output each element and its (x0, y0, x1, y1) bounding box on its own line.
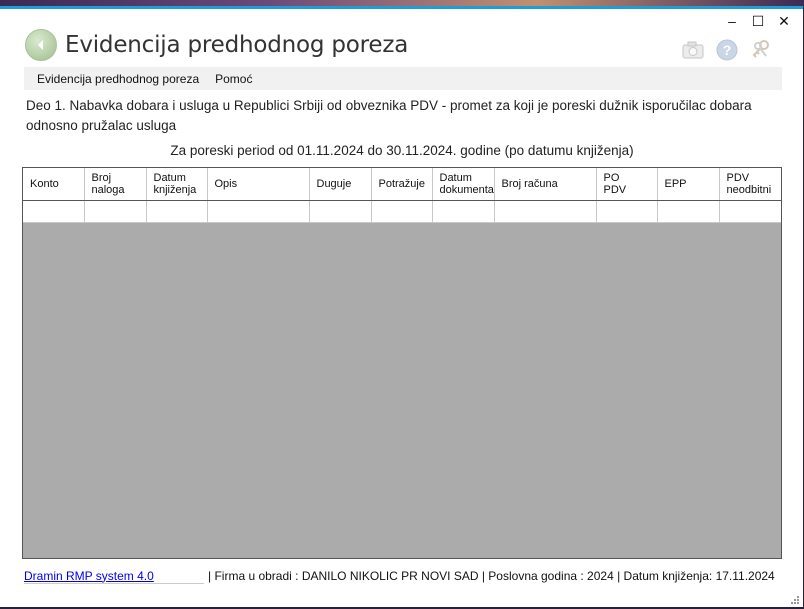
period-label: Za poreski period od 01.11.2024 do 30.11… (170, 143, 634, 158)
status-bar: Dramin RMP system 4.0 | Firma u obradi :… (24, 567, 782, 585)
toolbar-icons: ? (681, 38, 773, 62)
data-grid[interactable]: Konto Broj naloga Datum knjiženja Opis Dug… (22, 167, 782, 559)
menu-evidencija[interactable]: Evidencija predhodnog poreza (24, 72, 209, 86)
camera-icon[interactable] (681, 38, 705, 62)
menu-pomoc[interactable]: Pomoć (209, 72, 262, 86)
table-cell[interactable] (596, 200, 658, 223)
col-pdv-neodbitni[interactable]: PDV neodbitni (719, 168, 781, 201)
app-window: – ☐ ✕ Evidencija predhodnog poreza ? Evi… (0, 6, 803, 607)
table-cell[interactable] (309, 200, 372, 223)
back-arrow-icon[interactable] (25, 29, 57, 61)
col-broj-racuna[interactable]: Broj računa (494, 168, 597, 201)
table-cell[interactable] (494, 200, 597, 223)
window-controls: – ☐ ✕ (719, 11, 797, 31)
menu-bar: Evidencija predhodnog poreza Pomoć (24, 67, 782, 90)
close-button[interactable]: ✕ (771, 11, 797, 31)
table-cell[interactable] (23, 200, 85, 223)
section-description: Deo 1. Nabavka dobara i usluga u Republi… (26, 98, 752, 133)
page-title: Evidencija predhodnog poreza (65, 32, 409, 58)
table-cell[interactable] (657, 200, 720, 223)
col-epp[interactable]: EPP (657, 168, 720, 201)
records-table: Konto Broj naloga Datum knjiženja Opis Dug… (23, 168, 781, 223)
table-row[interactable] (23, 200, 781, 223)
table-cell[interactable] (146, 200, 208, 223)
minimize-button[interactable]: – (719, 11, 745, 31)
help-icon[interactable]: ? (715, 38, 739, 62)
table-cell[interactable] (719, 200, 781, 223)
col-po-pdv[interactable]: PO PDV (596, 168, 658, 201)
table-header-row: Konto Broj naloga Datum knjiženja Opis Dug… (23, 168, 781, 201)
col-potrazuje[interactable]: Potražuje (371, 168, 433, 201)
col-datum-knjizenja[interactable]: Datum knjiženja (146, 168, 208, 201)
col-broj-naloga[interactable]: Broj naloga (84, 168, 147, 201)
col-konto[interactable]: Konto (23, 168, 85, 201)
maximize-button[interactable]: ☐ (745, 11, 771, 31)
col-opis[interactable]: Opis (207, 168, 310, 201)
table-cell[interactable] (371, 200, 433, 223)
svg-text:?: ? (723, 42, 732, 58)
table-cell[interactable] (207, 200, 310, 223)
table-cell[interactable] (84, 200, 147, 223)
title-row: Evidencija predhodnog poreza (25, 29, 408, 61)
keys-icon[interactable] (749, 38, 773, 62)
status-info: | Firma u obradi : DANILO NIKOLIC PR NOV… (208, 569, 775, 583)
col-datum-dokumenta[interactable]: Datum dokumenta (432, 168, 495, 201)
resize-grip-icon[interactable] (789, 591, 799, 604)
col-duguje[interactable]: Duguje (309, 168, 372, 201)
app-version-link[interactable]: Dramin RMP system 4.0 (24, 569, 204, 584)
table-cell[interactable] (432, 200, 495, 223)
